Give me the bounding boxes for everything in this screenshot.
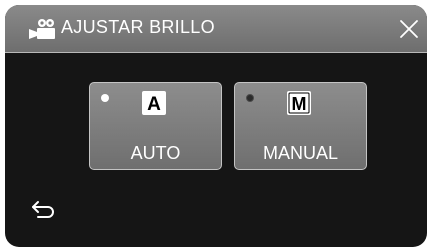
- auto-label: AUTO: [130, 143, 181, 163]
- svg-text:M: M: [292, 94, 307, 114]
- return-arrow-icon[interactable]: [29, 198, 57, 222]
- video-camera-icon: [29, 19, 55, 39]
- manual-label: MANUAL: [262, 143, 338, 163]
- camera-menu-screen: AJUSTAR BRILLO A AUTO M MANUAL: [0, 0, 435, 252]
- manual-mode-icon: M: [287, 91, 311, 115]
- title-bar: AJUSTAR BRILLO: [5, 5, 427, 53]
- menu-panel: AJUSTAR BRILLO A AUTO M MANUAL: [5, 5, 427, 247]
- manual-button[interactable]: M MANUAL: [234, 82, 367, 170]
- auto-mode-icon: A: [142, 91, 166, 115]
- svg-text:A: A: [147, 94, 161, 115]
- selected-indicator: [101, 94, 109, 102]
- auto-button[interactable]: A AUTO: [89, 82, 222, 170]
- close-icon[interactable]: [397, 17, 421, 41]
- unselected-indicator: [246, 94, 254, 102]
- page-title: AJUSTAR BRILLO: [61, 17, 215, 37]
